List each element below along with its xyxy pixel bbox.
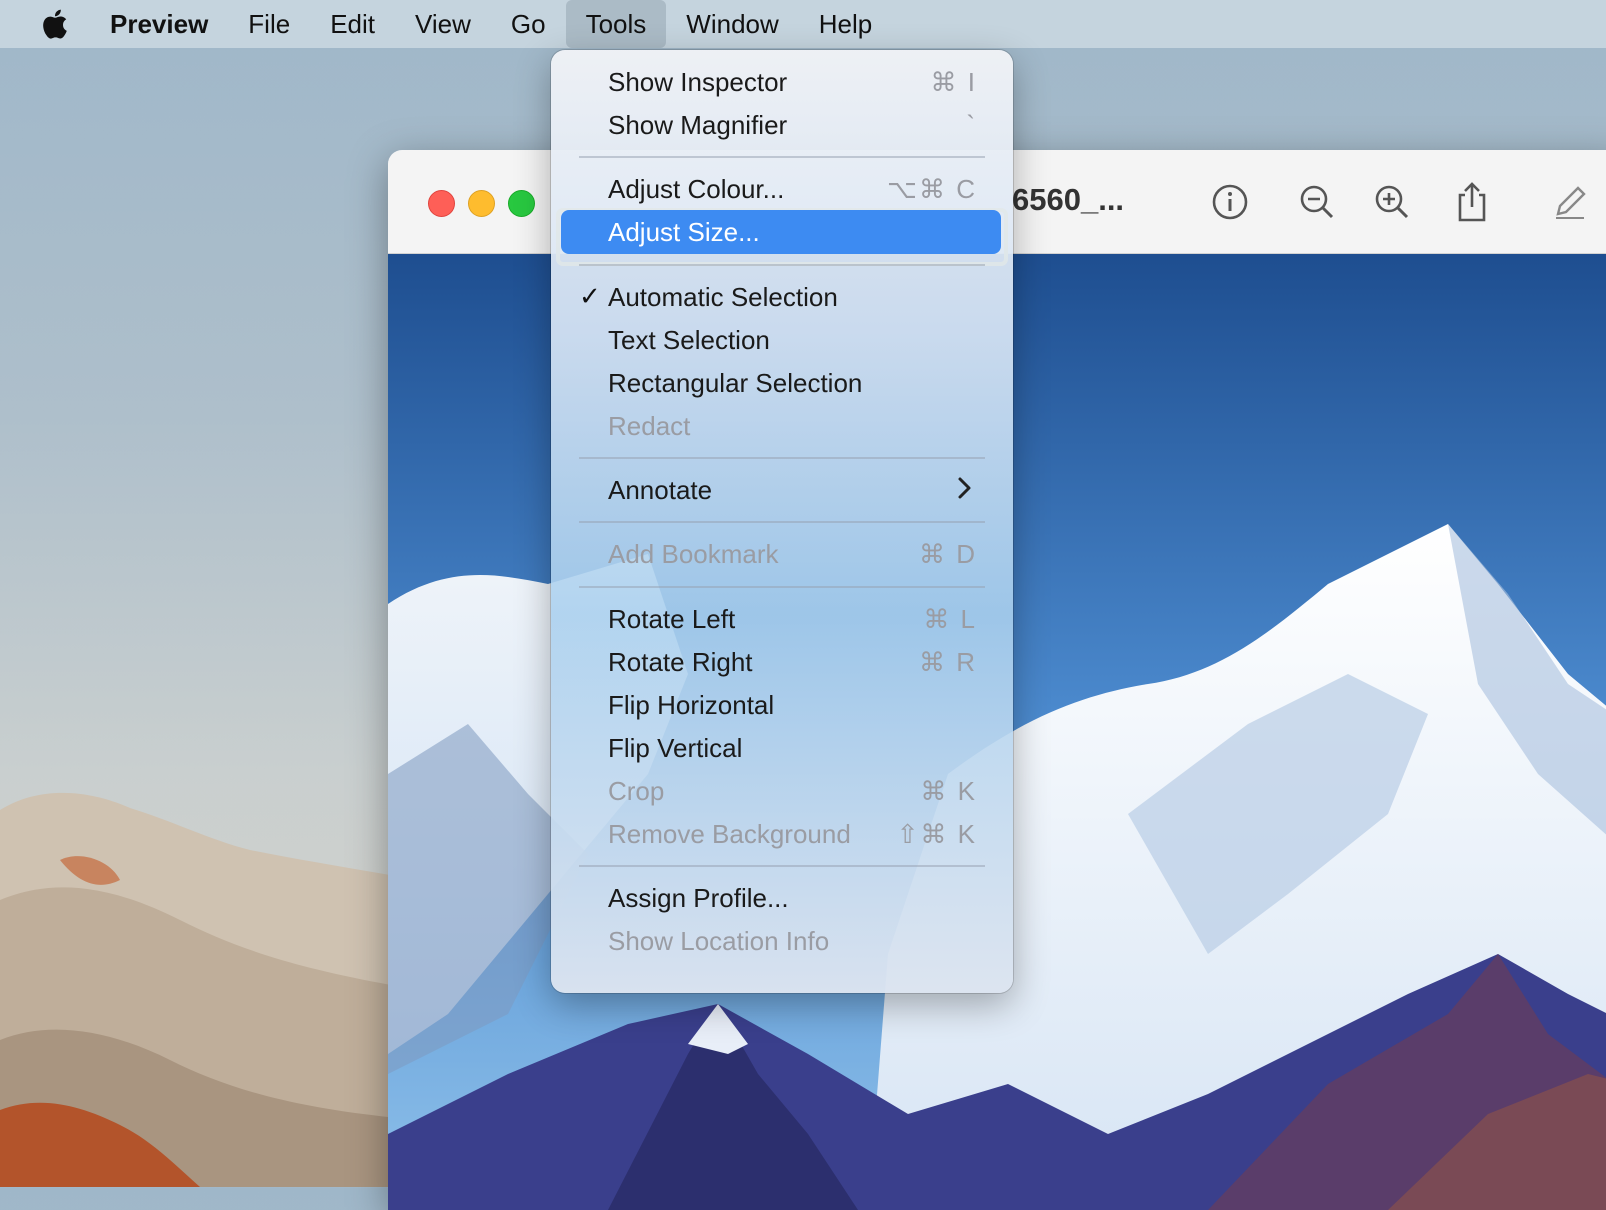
menu-item-label: Redact [608, 410, 691, 441]
menu-item-rotate-right[interactable]: Rotate Right ⌘ R [561, 640, 1001, 684]
menu-view[interactable]: View [395, 0, 491, 48]
menu-item-show-magnifier[interactable]: Show Magnifier ` [561, 103, 1001, 147]
menu-item-redact: Redact [561, 404, 1001, 448]
menu-item-label: Rotate Left [608, 603, 736, 634]
menu-item-remove-background: Remove Background ⇧⌘ K [561, 812, 1001, 856]
shortcut-label: ⌥⌘ C [887, 173, 977, 204]
menu-item-flip-vertical[interactable]: Flip Vertical [561, 726, 1001, 770]
share-icon[interactable] [1448, 178, 1496, 226]
menu-item-label: Show Magnifier [608, 109, 788, 140]
menu-item-label: Flip Horizontal [608, 689, 775, 720]
desktop-wallpaper-rocks [0, 792, 420, 1187]
menu-item-label: Show Location Info [608, 925, 830, 956]
shortcut-label: ` [966, 109, 977, 140]
menu-item-adjust-colour[interactable]: Adjust Colour... ⌥⌘ C [561, 167, 1001, 211]
menu-help[interactable]: Help [799, 0, 892, 48]
close-button[interactable] [428, 190, 455, 217]
chevron-right-icon [957, 474, 973, 509]
menu-item-label: Add Bookmark [608, 538, 779, 569]
zoom-button[interactable] [508, 190, 535, 217]
menu-item-label: Automatic Selection [608, 281, 838, 312]
shortcut-label: ⇧⌘ K [896, 818, 977, 849]
minimize-button[interactable] [468, 190, 495, 217]
info-icon[interactable] [1206, 178, 1254, 226]
menu-file[interactable]: File [228, 0, 310, 48]
menu-separator [579, 865, 985, 867]
zoom-in-icon[interactable] [1368, 178, 1416, 226]
tools-dropdown-menu: Show Inspector ⌘ I Show Magnifier ` Adju… [551, 50, 1013, 993]
menu-window[interactable]: Window [666, 0, 798, 48]
menu-item-rectangular-selection[interactable]: Rectangular Selection [561, 361, 1001, 405]
window-title: 6560_... [1012, 182, 1125, 217]
checkmark-icon: ✓ [579, 281, 601, 311]
menu-item-crop: Crop ⌘ K [561, 769, 1001, 813]
menu-item-add-bookmark: Add Bookmark ⌘ D [561, 532, 1001, 576]
menu-item-label: Remove Background [608, 818, 851, 849]
shortcut-label: ⌘ D [919, 538, 977, 569]
menu-item-label: Adjust Colour... [608, 173, 785, 204]
menu-item-text-selection[interactable]: Text Selection [561, 318, 1001, 362]
menu-separator [579, 586, 985, 588]
menu-go[interactable]: Go [491, 0, 566, 48]
menu-item-annotate[interactable]: Annotate [561, 468, 1001, 512]
menu-separator [579, 521, 985, 523]
menu-separator [579, 457, 985, 459]
menu-item-flip-horizontal[interactable]: Flip Horizontal [561, 683, 1001, 727]
menu-item-show-location-info: Show Location Info [561, 919, 1001, 963]
menu-item-rotate-left[interactable]: Rotate Left ⌘ L [561, 597, 1001, 641]
menu-tools[interactable]: Tools [565, 0, 667, 48]
menu-item-label: Flip Vertical [608, 732, 743, 763]
menu-item-label: Text Selection [608, 324, 770, 355]
menu-app-preview[interactable]: Preview [90, 0, 228, 48]
menu-item-label: Assign Profile... [608, 882, 789, 913]
menu-item-adjust-size[interactable]: Adjust Size... [561, 210, 1001, 254]
shortcut-label: ⌘ I [930, 66, 977, 97]
shortcut-label: ⌘ L [923, 603, 977, 634]
menu-item-label: Adjust Size... [608, 216, 760, 247]
menu-item-label: Show Inspector [608, 66, 788, 97]
menu-item-label: Annotate [608, 474, 713, 505]
markup-pen-icon[interactable] [1546, 178, 1594, 226]
menu-bar: Preview File Edit View Go Tools Window H… [0, 0, 1606, 48]
menu-item-label: Rotate Right [608, 646, 753, 677]
shortcut-label: ⌘ R [919, 646, 977, 677]
menu-item-automatic-selection[interactable]: ✓ Automatic Selection [561, 275, 1001, 319]
apple-menu-icon[interactable] [26, 0, 82, 48]
zoom-out-icon[interactable] [1293, 178, 1341, 226]
shortcut-label: ⌘ K [920, 775, 977, 806]
menu-separator [579, 264, 985, 266]
menu-item-show-inspector[interactable]: Show Inspector ⌘ I [561, 60, 1001, 104]
menu-separator [579, 156, 985, 158]
menu-item-label: Crop [608, 775, 665, 806]
menu-item-assign-profile[interactable]: Assign Profile... [561, 876, 1001, 920]
menu-edit[interactable]: Edit [310, 0, 395, 48]
menu-item-label: Rectangular Selection [608, 367, 863, 398]
